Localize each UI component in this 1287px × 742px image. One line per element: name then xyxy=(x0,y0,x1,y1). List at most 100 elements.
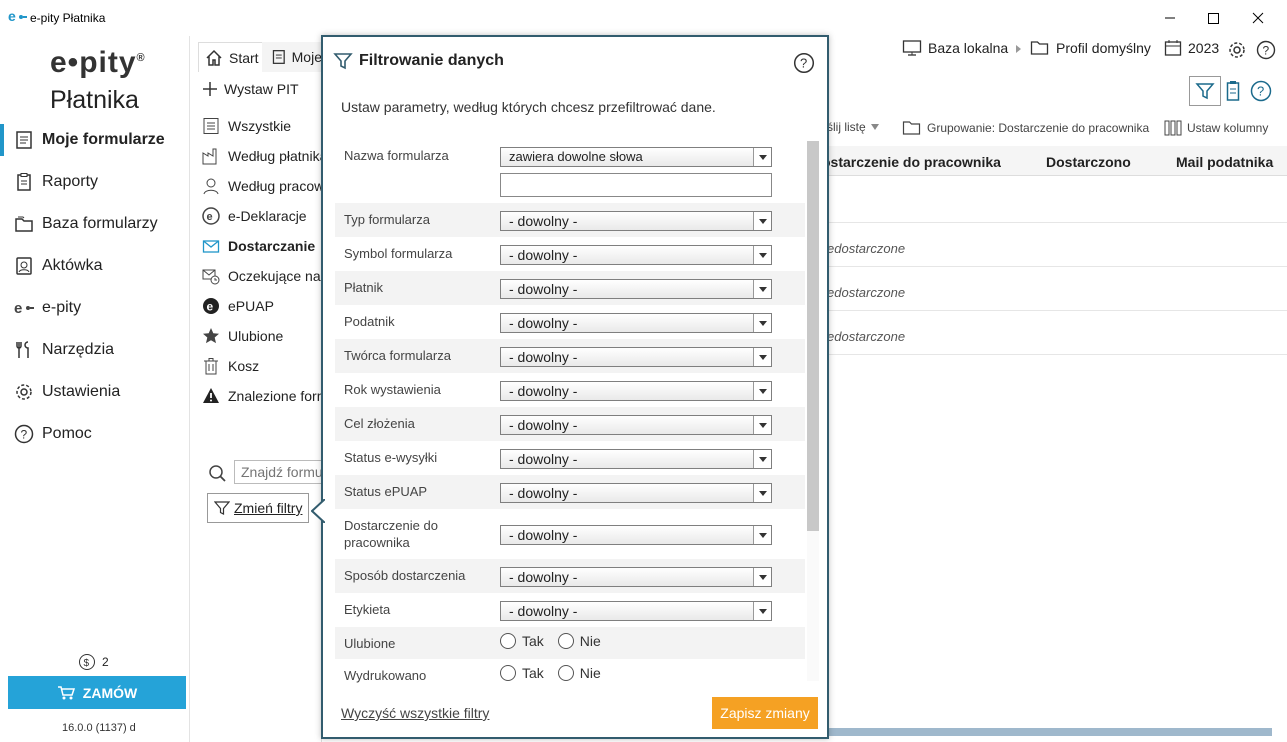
sidebar-item-ustawienia[interactable]: Ustawienia xyxy=(0,372,190,412)
chevron-down-icon xyxy=(870,124,879,130)
epity-icon: e xyxy=(14,300,34,317)
list-item-label: Według płatnika xyxy=(228,148,322,164)
gear-icon[interactable] xyxy=(1227,40,1247,60)
filter-row: Sposób dostarczenia - dowolny - xyxy=(335,559,805,593)
sidebar-item-raporty[interactable]: Raporty xyxy=(0,162,190,202)
column-header[interactable]: ostarczenie do pracownika xyxy=(822,154,1001,170)
tab-start[interactable]: Start xyxy=(198,42,268,72)
sidebar-item-e-pity[interactable]: e e-pity xyxy=(0,288,190,328)
issue-pit-button[interactable]: Wystaw PIT xyxy=(202,81,299,97)
filter-dropdown[interactable]: - dowolny - xyxy=(500,449,772,469)
dialog-title-text: Filtrowanie danych xyxy=(359,52,504,69)
send-list-button[interactable]: ślij listę xyxy=(827,120,879,134)
list-item-wszystkie[interactable]: Wszystkie xyxy=(202,112,322,140)
cart-icon xyxy=(57,685,75,699)
row-divider xyxy=(827,266,1287,267)
filter-dropdown[interactable]: - dowolny - xyxy=(500,415,772,435)
filter-dropdown[interactable]: - dowolny - xyxy=(500,313,772,333)
local-db-label: Baza lokalna xyxy=(928,40,1009,56)
local-db-button[interactable]: Baza lokalna xyxy=(902,39,1008,57)
form-name-input[interactable] xyxy=(500,173,772,197)
brand-subtitle: Płatnika xyxy=(50,86,139,114)
svg-text:e: e xyxy=(207,300,214,314)
dialog-scrollbar-thumb[interactable] xyxy=(807,141,819,531)
sidebar-item-pomoc[interactable]: ? Pomoc xyxy=(0,414,190,454)
filter-label: Status e-wysyłki xyxy=(344,450,438,465)
row-divider xyxy=(827,354,1287,355)
sidebar-item-label: Aktówka xyxy=(42,257,103,274)
favorites-radio-group: Tak Nie xyxy=(500,633,601,649)
filter-dialog: Filtrowanie danych ? Ustaw parametry, we… xyxy=(311,35,829,739)
minimize-button[interactable] xyxy=(1148,6,1192,30)
column-header[interactable]: Mail podatnika xyxy=(1176,154,1273,170)
sidebar-item-label: Pomoc xyxy=(42,425,92,442)
breadcrumb-arrow-icon xyxy=(1016,45,1021,53)
year-button[interactable]: 2023 xyxy=(1164,39,1219,57)
set-columns-button[interactable]: Ustaw kolumny xyxy=(1164,120,1268,136)
change-filters-label: Zmień filtry xyxy=(234,500,303,516)
list-item-epuap[interactable]: e ePUAP xyxy=(202,292,322,320)
sidebar-item-moje-formularze[interactable]: Moje formularze xyxy=(0,120,190,160)
filter-dropdown[interactable]: - dowolny - xyxy=(500,483,772,503)
help-icon[interactable]: ? xyxy=(1256,40,1276,60)
radio-no[interactable] xyxy=(557,665,574,681)
row-divider xyxy=(827,310,1287,311)
filter-dropdown[interactable]: - dowolny - xyxy=(500,525,772,545)
list-item-label: Dostarczanie xyxy=(228,238,316,254)
help-icon[interactable]: ? xyxy=(1250,80,1272,102)
clipboard-icon[interactable] xyxy=(1226,80,1240,102)
list-item-dostarczanie[interactable]: Dostarczanie xyxy=(202,232,322,260)
change-filters-button[interactable]: Zmień filtry xyxy=(207,493,310,523)
list-item-wedlug-platnika[interactable]: Według płatnika xyxy=(202,142,322,170)
dropdown-value: - dowolny - xyxy=(509,247,578,263)
sidebar-item-narzedzia[interactable]: Narzędzia xyxy=(0,330,190,370)
save-changes-button[interactable]: Zapisz zmiany xyxy=(712,697,818,729)
coins-counter[interactable]: $ 2 xyxy=(78,653,109,671)
svg-text:?: ? xyxy=(21,428,28,442)
sidebar-item-aktowka[interactable]: Aktówka xyxy=(0,246,190,286)
sidebar-item-baza-formularzy[interactable]: Baza formularzy xyxy=(0,204,190,244)
set-columns-label: Ustaw kolumny xyxy=(1187,121,1269,135)
dialog-title: Filtrowanie danych xyxy=(333,51,504,71)
radio-yes[interactable] xyxy=(500,665,516,681)
filter-label: Cel złożenia xyxy=(344,416,415,431)
column-header[interactable]: Dostarczono xyxy=(1046,154,1131,170)
list-item-wedlug-pracownika[interactable]: Według pracownika xyxy=(202,172,322,200)
radio-label: Nie xyxy=(579,665,601,681)
horizontal-scrollbar[interactable] xyxy=(827,728,1272,736)
order-button[interactable]: ZAMÓW xyxy=(8,676,186,709)
filter-dropdown[interactable]: - dowolny - xyxy=(500,567,772,587)
filter-dropdown[interactable]: - dowolny - xyxy=(500,381,772,401)
close-button[interactable] xyxy=(1236,6,1280,30)
list-item-ulubione[interactable]: Ulubione xyxy=(202,322,322,350)
radio-label: Tak xyxy=(522,633,544,649)
list-item-kosz[interactable]: Kosz xyxy=(202,352,322,380)
profile-button[interactable]: Profil domyślny xyxy=(1030,39,1151,57)
filter-dropdown[interactable]: - dowolny - xyxy=(500,211,772,231)
filter-dropdown[interactable]: - dowolny - xyxy=(500,279,772,299)
radio-no[interactable] xyxy=(557,633,574,649)
svg-text:e: e xyxy=(14,300,22,317)
filter-toggle-button[interactable] xyxy=(1189,76,1221,106)
filter-label: Twórca formularza xyxy=(344,348,451,363)
maximize-button[interactable] xyxy=(1192,6,1236,30)
tab-moje-formularze[interactable]: Moje xyxy=(262,42,322,72)
help-icon[interactable]: ? xyxy=(793,52,815,74)
list-item-e-deklaracje[interactable]: e e-Deklaracje xyxy=(202,202,322,230)
clear-filters-link[interactable]: Wyczyść wszystkie filtry xyxy=(341,705,489,721)
clipboard-icon xyxy=(17,173,31,191)
sidebar-item-label: Baza formularzy xyxy=(42,215,158,232)
filter-dropdown[interactable]: - dowolny - xyxy=(500,601,772,621)
filter-label: Sposób dostarczenia xyxy=(344,568,466,583)
filter-row: Status ePUAP - dowolny - xyxy=(335,475,805,509)
filter-dropdown[interactable]: - dowolny - xyxy=(500,347,772,367)
list-item-oczekujace[interactable]: Oczekujące na xyxy=(202,262,322,290)
list-item-znalezione[interactable]: Znalezione formularze xyxy=(202,382,322,410)
briefcase-icon xyxy=(16,257,32,275)
filter-label: Typ formularza xyxy=(344,212,430,227)
radio-yes[interactable] xyxy=(500,633,516,649)
filter-dropdown[interactable]: - dowolny - xyxy=(500,245,772,265)
list-item-label: e-Deklaracje xyxy=(228,208,307,224)
name-match-dropdown[interactable]: zawiera dowolne słowa xyxy=(500,147,772,167)
grouping-button[interactable]: Grupowanie: Dostarczenie do pracownika xyxy=(902,120,1149,136)
